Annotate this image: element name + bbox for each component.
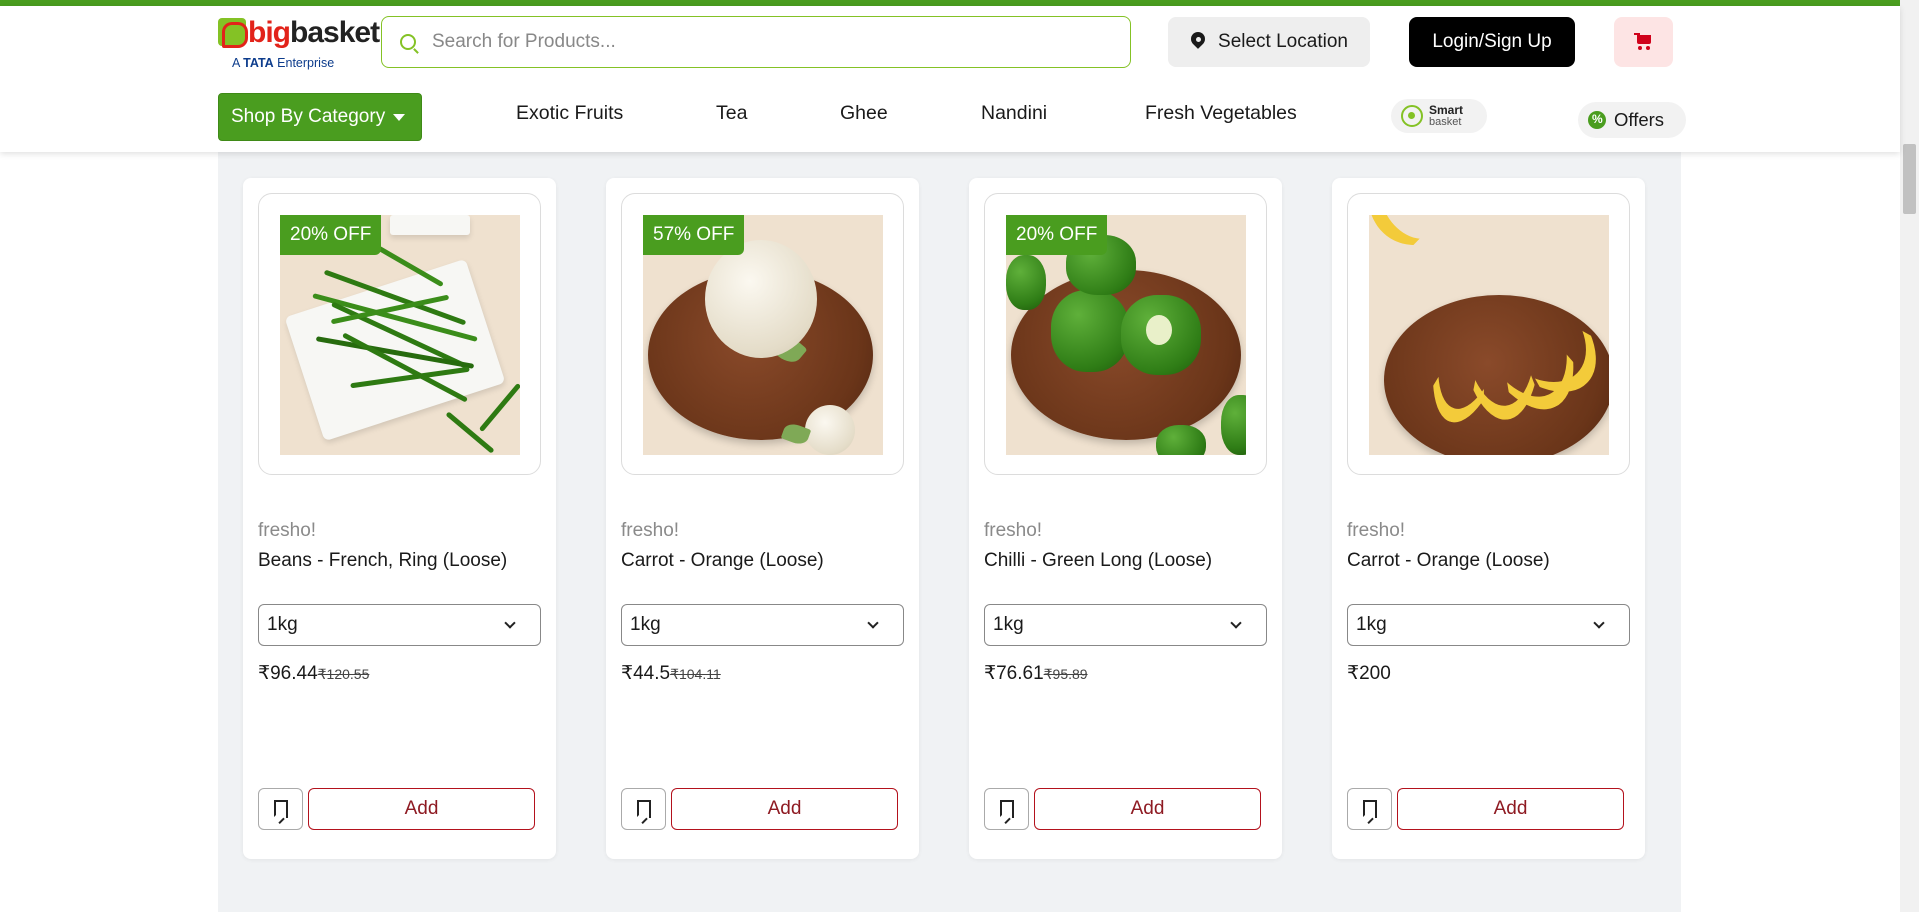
logo-tagline: A TATA Enterprise xyxy=(232,56,335,70)
smart-basket-icon xyxy=(1401,105,1423,127)
search-icon xyxy=(400,34,416,50)
nav-item-tea[interactable]: Tea xyxy=(716,102,747,125)
product-brand: fresho! xyxy=(984,520,1043,541)
discount-badge: 57% OFF xyxy=(643,215,745,255)
quantity-select[interactable]: 1kg xyxy=(258,604,541,646)
mrp-price: ₹120.55 xyxy=(317,666,370,682)
product-image-frame[interactable]: 20% OFF xyxy=(258,193,541,475)
product-image-banana xyxy=(1369,215,1609,455)
price: ₹76.61₹95.89 xyxy=(984,662,1088,685)
sale-price: ₹76.61 xyxy=(984,663,1044,684)
chevron-down-icon xyxy=(504,617,516,629)
quantity-value: 1kg xyxy=(267,614,298,635)
product-brand: fresho! xyxy=(621,520,680,541)
price: ₹200 xyxy=(1347,662,1391,685)
nav-item-nandini[interactable]: Nandini xyxy=(981,102,1047,125)
mrp-price: ₹104.11 xyxy=(670,666,721,682)
sale-price: ₹200 xyxy=(1347,663,1391,684)
logo-mark-icon xyxy=(218,18,248,48)
add-to-cart-button[interactable]: Add xyxy=(1034,788,1261,830)
header: bigbasket A TATA Enterprise Select Locat… xyxy=(0,6,1900,152)
offer-icon xyxy=(1588,111,1606,129)
add-to-cart-button[interactable]: Add xyxy=(671,788,898,830)
product-name[interactable]: Carrot - Orange (Loose) xyxy=(1347,550,1550,572)
quantity-value: 1kg xyxy=(630,614,661,635)
price: ₹96.44₹120.55 xyxy=(258,662,369,685)
caret-down-icon xyxy=(393,114,405,121)
quantity-select[interactable]: 1kg xyxy=(1347,604,1630,646)
save-for-later-button[interactable] xyxy=(984,788,1029,830)
product-image-frame[interactable]: 20% OFF xyxy=(984,193,1267,475)
discount-badge: 20% OFF xyxy=(1006,215,1108,255)
offers-label: Offers xyxy=(1614,109,1665,130)
product-brand: fresho! xyxy=(1347,520,1406,541)
mrp-price: ₹95.89 xyxy=(1043,666,1088,682)
product-card: 20% OFF fresho! Chilli - Green Long (Loo… xyxy=(969,178,1282,859)
sale-price: ₹44.5 xyxy=(621,663,671,684)
save-for-later-button[interactable] xyxy=(621,788,666,830)
nav-item-fresh-vegetables[interactable]: Fresh Vegetables xyxy=(1145,102,1297,125)
product-image-frame[interactable]: 57% OFF xyxy=(621,193,904,475)
bookmark-icon xyxy=(1362,800,1377,818)
cart-button[interactable] xyxy=(1614,17,1673,67)
price: ₹44.5₹104.11 xyxy=(621,662,721,685)
nav-item-exotic-fruits[interactable]: Exotic Fruits xyxy=(516,102,623,125)
product-name[interactable]: Beans - French, Ring (Loose) xyxy=(258,550,507,572)
shop-by-category-button[interactable]: Shop By Category xyxy=(218,93,422,141)
bookmark-icon xyxy=(999,800,1014,818)
product-name[interactable]: Chilli - Green Long (Loose) xyxy=(984,550,1212,572)
save-for-later-button[interactable] xyxy=(258,788,303,830)
login-signup-button[interactable]: Login/Sign Up xyxy=(1409,17,1575,67)
chevron-down-icon xyxy=(1593,617,1605,629)
scrollbar-thumb[interactable] xyxy=(1903,144,1916,214)
quantity-value: 1kg xyxy=(1356,614,1387,635)
product-card: 57% OFF fresho! Carrot - Orange (Loose) … xyxy=(606,178,919,859)
smart-basket-button[interactable]: Smart basket xyxy=(1391,99,1487,133)
product-image-frame[interactable] xyxy=(1347,193,1630,475)
discount-badge: 20% OFF xyxy=(280,215,382,255)
add-to-cart-button[interactable]: Add xyxy=(1397,788,1624,830)
smart-basket-label: Smart basket xyxy=(1429,103,1464,128)
offers-button[interactable]: Offers xyxy=(1578,102,1686,138)
logo-wordmark: bigbasket xyxy=(248,16,380,49)
chevron-down-icon xyxy=(867,617,879,629)
shop-by-category-label: Shop By Category xyxy=(231,106,386,127)
nav-item-ghee[interactable]: Ghee xyxy=(840,102,888,125)
cart-icon xyxy=(1633,33,1654,51)
search-input[interactable] xyxy=(432,31,1092,53)
bigbasket-logo[interactable]: bigbasket A TATA Enterprise xyxy=(218,16,380,74)
select-location-button[interactable]: Select Location xyxy=(1168,17,1370,67)
sale-price: ₹96.44 xyxy=(258,663,318,684)
scrollbar-track[interactable] xyxy=(1900,0,1919,912)
select-location-label: Select Location xyxy=(1218,31,1348,52)
search-bar[interactable] xyxy=(381,16,1131,68)
quantity-value: 1kg xyxy=(993,614,1024,635)
product-name[interactable]: Carrot - Orange (Loose) xyxy=(621,550,824,572)
quantity-select[interactable]: 1kg xyxy=(621,604,904,646)
product-brand: fresho! xyxy=(258,520,317,541)
chevron-down-icon xyxy=(1230,617,1242,629)
product-card: 20% OFF fresho! Beans - French, Ring (Lo… xyxy=(243,178,556,859)
quantity-select[interactable]: 1kg xyxy=(984,604,1267,646)
product-card: fresho! Carrot - Orange (Loose) 1kg ₹200… xyxy=(1332,178,1645,859)
save-for-later-button[interactable] xyxy=(1347,788,1392,830)
bookmark-icon xyxy=(636,800,651,818)
location-pin-icon xyxy=(1190,32,1206,52)
login-signup-label: Login/Sign Up xyxy=(1432,31,1552,52)
bookmark-icon xyxy=(273,800,288,818)
add-to-cart-button[interactable]: Add xyxy=(308,788,535,830)
